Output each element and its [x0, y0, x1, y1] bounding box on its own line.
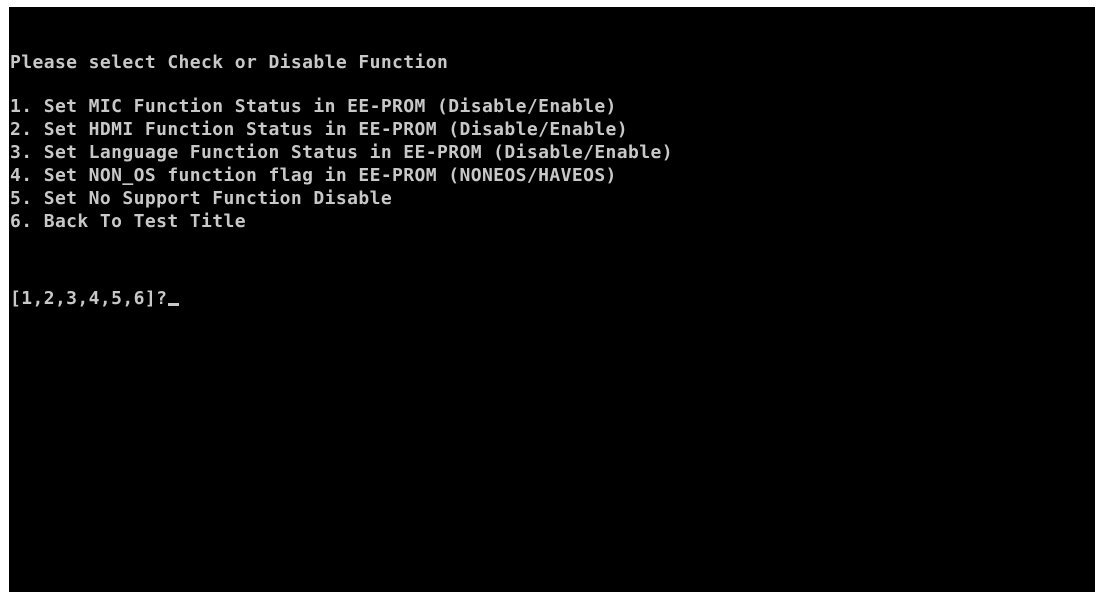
menu-option-2: 2. Set HDMI Function Status in EE-PROM (…	[10, 119, 629, 140]
selection-prompt: [1,2,3,4,5,6]?	[10, 288, 168, 309]
menu-option-6: 6. Back To Test Title	[10, 211, 246, 232]
console-screen[interactable]: Please select Check or Disable Function …	[9, 7, 1095, 592]
menu-option-3: 3. Set Language Function Status in EE-PR…	[10, 142, 673, 163]
menu-option-4: 4. Set NON_OS function flag in EE-PROM (…	[10, 165, 617, 186]
console-heading: Please select Check or Disable Function	[10, 52, 449, 73]
menu-option-5: 5. Set No Support Function Disable	[10, 188, 393, 209]
menu-option-1: 1. Set MIC Function Status in EE-PROM (D…	[10, 96, 617, 117]
input-prompt-row[interactable]: [1,2,3,4,5,6]?	[10, 287, 180, 310]
text-cursor[interactable]	[168, 303, 180, 306]
